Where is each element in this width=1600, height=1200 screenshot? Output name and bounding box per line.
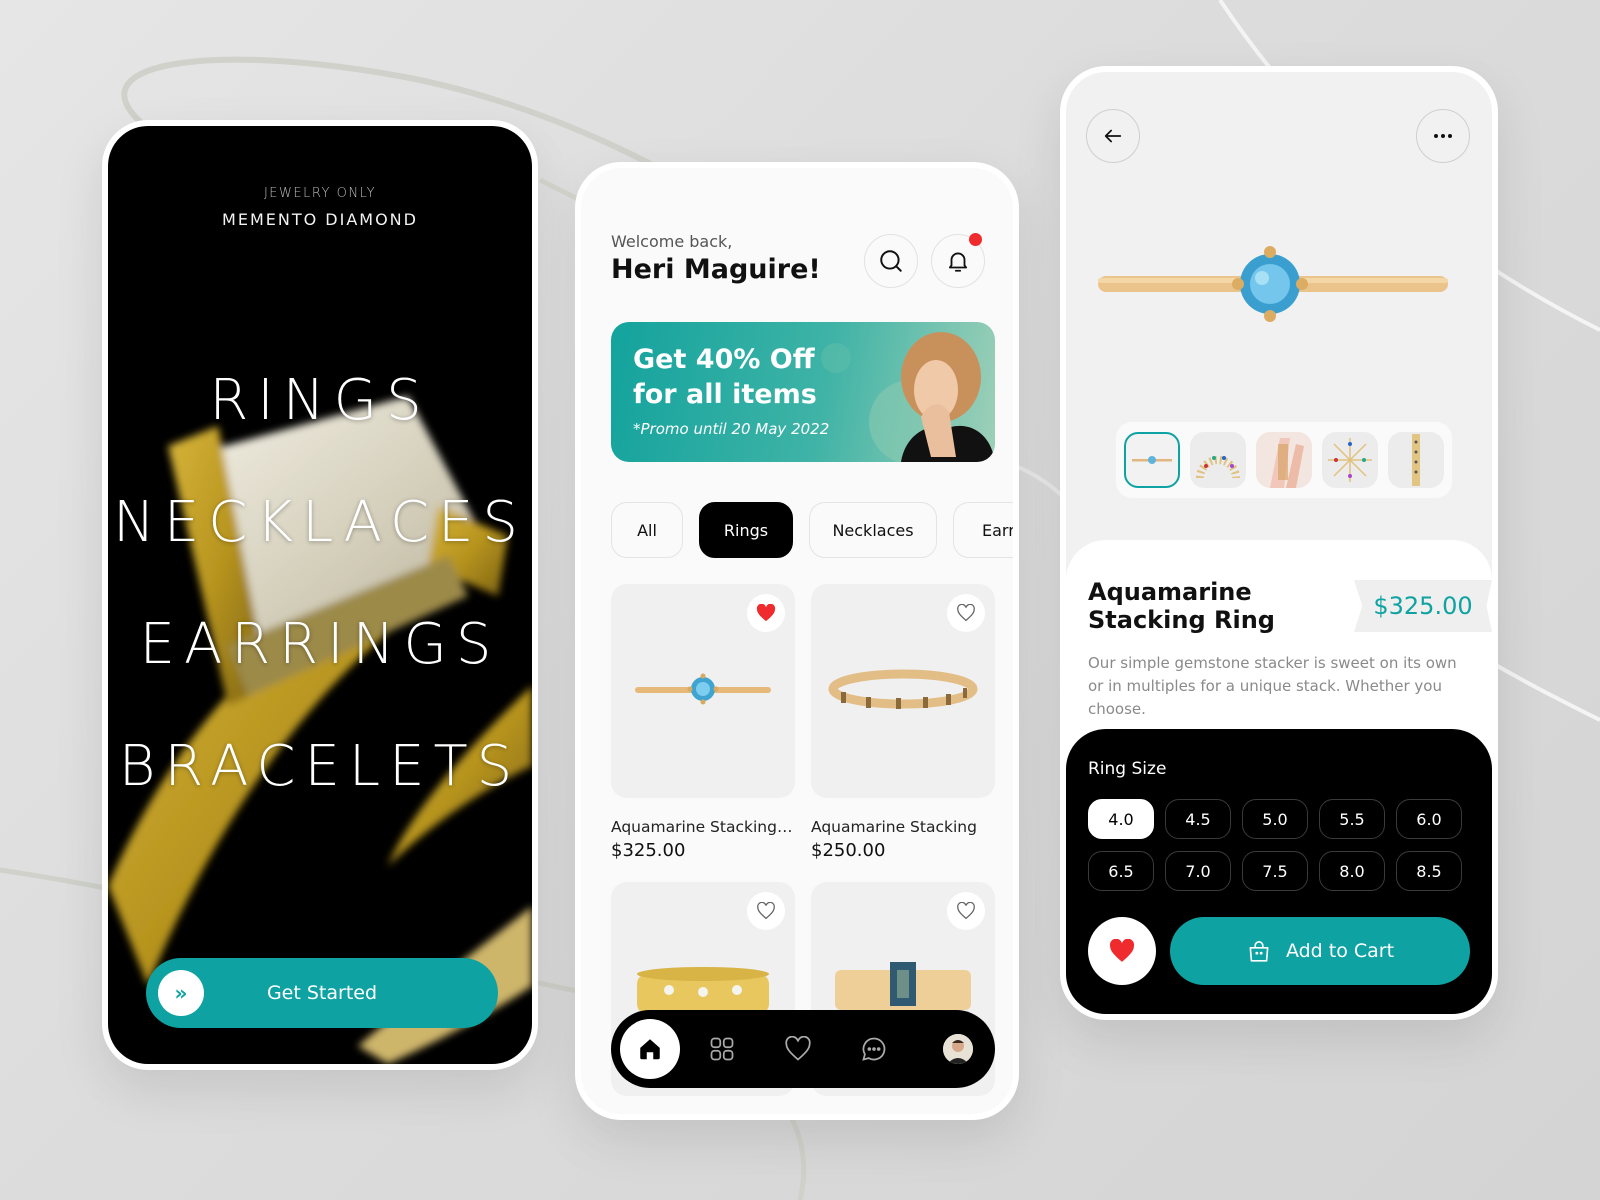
size-option[interactable]: 5.0: [1242, 799, 1308, 839]
tab-necklaces[interactable]: Necklaces: [809, 502, 937, 558]
search-button[interactable]: [864, 234, 918, 288]
size-option[interactable]: 4.5: [1165, 799, 1231, 839]
size-options: 4.0 4.5 5.0 5.5 6.0 6.5 7.0 7.5 8.0 8.5: [1088, 799, 1468, 891]
product-title: Aquamarine Stacking Ring: [1088, 578, 1275, 634]
size-option[interactable]: 6.0: [1396, 799, 1462, 839]
product-card[interactable]: Aquamarine Stacking Ring $325.00: [611, 584, 795, 861]
more-button[interactable]: [1416, 109, 1470, 163]
tab-rings[interactable]: Rings: [699, 502, 793, 558]
heart-filled-icon: [756, 604, 776, 622]
bottom-navigation: [611, 1010, 995, 1088]
avatar-image: [943, 1034, 973, 1064]
size-option[interactable]: 5.5: [1319, 799, 1385, 839]
favorite-button[interactable]: [947, 594, 985, 632]
size-option[interactable]: 6.5: [1088, 851, 1154, 891]
product-detail-screen: Aquamarine Stacking Ring $325.00 Our sim…: [1066, 72, 1492, 1014]
heart-icon: [785, 1036, 811, 1061]
thumbnail[interactable]: [1388, 432, 1444, 488]
product-title-line1: Aquamarine: [1088, 578, 1252, 606]
product-image: [811, 584, 995, 798]
home-screen-phone: Welcome back, Heri Maguire! Get 40% Off …: [575, 162, 1019, 1120]
promo-title-line1: Get 40% Off: [633, 344, 815, 375]
heart-filled-icon: [1109, 939, 1135, 962]
size-option[interactable]: 4.0: [1088, 799, 1154, 839]
category-earrings[interactable]: EARRINGS: [108, 612, 532, 677]
add-to-cart-button[interactable]: Add to Cart: [1170, 917, 1470, 985]
size-selector-panel: Ring Size 4.0 4.5 5.0 5.5 6.0 6.5 7.0 7.…: [1066, 729, 1492, 1014]
size-option[interactable]: 8.0: [1319, 851, 1385, 891]
splash-screen: JEWELRY ONLY MEMENTO DIAMOND RINGS NECKL…: [108, 126, 532, 1064]
shopping-bag-icon: [1249, 940, 1269, 962]
size-option[interactable]: 7.0: [1165, 851, 1231, 891]
product-card[interactable]: Aquamarine Stacking $250.00: [811, 584, 995, 861]
thumbnail[interactable]: [1190, 432, 1246, 488]
nav-home[interactable]: [620, 1019, 680, 1079]
thumbnail[interactable]: [1322, 432, 1378, 488]
promo-subtitle: *Promo until 20 May 2022: [633, 420, 830, 438]
back-button[interactable]: [1086, 109, 1140, 163]
product-price: $325.00: [611, 840, 686, 861]
arrow-left-icon: [1104, 129, 1122, 143]
favorite-button[interactable]: [1088, 917, 1156, 985]
home-icon: [640, 1039, 660, 1060]
splash-screen-phone: JEWELRY ONLY MEMENTO DIAMOND RINGS NECKL…: [102, 120, 538, 1070]
favorite-button[interactable]: [947, 892, 985, 930]
tab-all[interactable]: All: [611, 502, 683, 558]
product-main-image: [1098, 246, 1448, 322]
nav-categories[interactable]: [707, 1034, 737, 1064]
heart-outline-icon: [757, 902, 775, 920]
promo-title: Get 40% Off for all items: [633, 342, 817, 412]
tab-earrings[interactable]: Earrings: [953, 502, 1013, 558]
notification-button[interactable]: [931, 233, 985, 288]
home-screen: Welcome back, Heri Maguire! Get 40% Off …: [581, 168, 1013, 1114]
hero-ring-image: [108, 396, 532, 1064]
product-detail-phone: Aquamarine Stacking Ring $325.00 Our sim…: [1060, 66, 1498, 1020]
nav-favorites[interactable]: [783, 1034, 813, 1064]
get-started-label: Get Started: [266, 982, 378, 1004]
double-chevron-right-icon: »: [158, 970, 204, 1016]
brand-subtitle: JEWELRY ONLY: [263, 186, 377, 201]
promo-title-line2: for all items: [633, 379, 817, 410]
thumbnail-gallery: [1116, 422, 1452, 498]
thumbnail[interactable]: [1124, 432, 1180, 488]
welcome-text: Welcome back,: [611, 232, 733, 251]
add-to-cart-label: Add to Cart: [1285, 940, 1395, 962]
search-icon: [880, 250, 902, 272]
thumbnail[interactable]: [1256, 432, 1312, 488]
bell-icon: [948, 252, 968, 272]
favorite-button[interactable]: [747, 892, 785, 930]
get-started-button[interactable]: » Get Started: [146, 958, 498, 1028]
ring-size-label: Ring Size: [1088, 759, 1167, 779]
category-bracelets[interactable]: BRACELETS: [108, 734, 532, 799]
heart-outline-icon: [957, 902, 975, 920]
product-name: Aquamarine Stacking: [811, 818, 977, 836]
brand-title: MEMENTO DIAMOND: [222, 210, 418, 229]
size-option[interactable]: 7.5: [1242, 851, 1308, 891]
nav-messages[interactable]: [859, 1034, 889, 1064]
product-image: [611, 584, 795, 798]
product-price: $325.00: [1354, 580, 1492, 632]
product-name: Aquamarine Stacking Ring: [611, 818, 795, 836]
category-necklaces[interactable]: NECKLACES: [108, 490, 532, 555]
heart-outline-icon: [957, 604, 975, 622]
category-rings[interactable]: RINGS: [108, 368, 532, 433]
size-option[interactable]: 8.5: [1396, 851, 1462, 891]
nav-profile-avatar[interactable]: [943, 1034, 973, 1064]
promo-banner[interactable]: Get 40% Off for all items *Promo until 2…: [611, 322, 995, 462]
notification-badge: [969, 233, 982, 246]
category-tabs: All Rings Necklaces Earrings: [611, 502, 1013, 558]
favorite-button[interactable]: [747, 594, 785, 632]
product-price: $250.00: [811, 840, 886, 861]
chat-icon: [862, 1037, 886, 1061]
grid-icon: [710, 1037, 734, 1061]
username: Heri Maguire!: [611, 254, 821, 285]
more-horizontal-icon: [1434, 134, 1452, 138]
product-title-line2: Stacking Ring: [1088, 606, 1275, 634]
product-description: Our simple gemstone stacker is sweet on …: [1088, 654, 1457, 718]
